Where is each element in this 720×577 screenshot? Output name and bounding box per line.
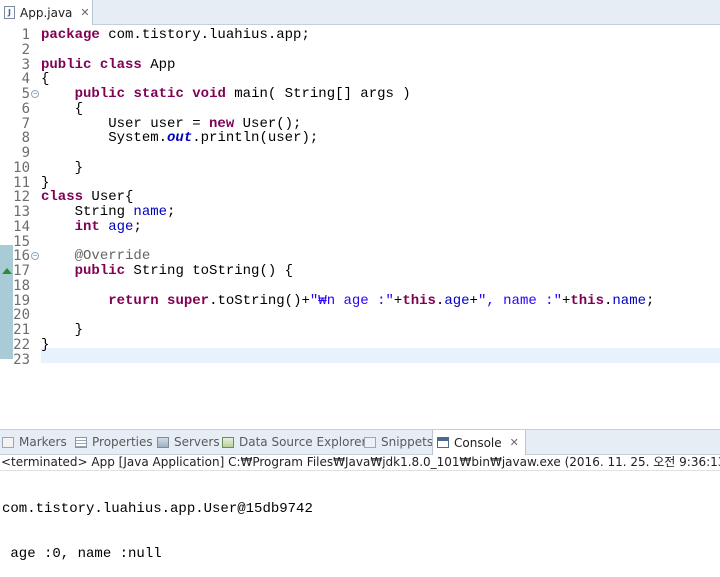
console-status-line: <terminated> App [Java Application] C:₩P… xyxy=(0,455,720,471)
code-line[interactable]: 17 public String toString() { xyxy=(0,264,720,279)
markers-icon xyxy=(2,436,14,448)
code-line[interactable]: 20 xyxy=(0,308,720,323)
code-text: return super.toString()+"₩n age :"+this.… xyxy=(108,292,655,309)
tab-data-source-explorer-label: Data Source Explorer xyxy=(239,435,367,449)
code-text: int age; xyxy=(74,218,142,235)
line-number: 12 xyxy=(13,189,30,206)
code-line[interactable]: 14 int age; xyxy=(0,218,720,235)
tab-console[interactable]: Console ✕ xyxy=(432,430,526,455)
code-text: } xyxy=(41,322,84,338)
tab-servers[interactable]: Servers xyxy=(157,430,220,454)
code-line[interactable]: 7 User user = new User(); xyxy=(0,115,720,132)
line-number: 6 xyxy=(21,100,30,117)
code-line[interactable]: 23 xyxy=(0,351,720,368)
tab-servers-label: Servers xyxy=(174,435,220,449)
code-line[interactable]: 13 String name; xyxy=(0,205,720,220)
code-line[interactable]: 22} xyxy=(0,336,720,353)
editor-tab-app-java[interactable]: J App.java ✕ xyxy=(0,0,93,25)
code-text: User user = new User(); xyxy=(41,115,302,132)
line-number: 18 xyxy=(13,277,30,294)
line-number: 5 xyxy=(21,86,30,102)
code-text: } xyxy=(41,336,50,353)
close-icon[interactable]: ✕ xyxy=(510,436,519,449)
data-source-explorer-icon xyxy=(222,436,234,448)
override-marker-icon[interactable] xyxy=(2,268,12,274)
line-number: 19 xyxy=(13,292,30,309)
code-text: } xyxy=(41,174,50,191)
code-line[interactable]: 6 { xyxy=(0,100,720,117)
line-number: 23 xyxy=(13,351,30,368)
code-line[interactable]: 21 } xyxy=(0,323,720,338)
code-line[interactable]: 12 class User{ xyxy=(0,190,720,205)
code-line[interactable]: 4{ xyxy=(0,72,720,87)
line-number: 14 xyxy=(13,218,30,235)
properties-icon xyxy=(75,436,87,448)
code-text: public String toString() { xyxy=(74,263,294,279)
code-editor[interactable]: 1 package com.tistory.luahius.app; 2 3 publi… xyxy=(0,25,720,445)
code-line[interactable]: 8 System.out.println(user); xyxy=(0,131,720,146)
code-line[interactable]: 1 package com.tistory.luahius.app; xyxy=(0,28,720,43)
code-line[interactable]: 11} xyxy=(0,174,720,191)
code-line[interactable]: 9 xyxy=(0,146,720,161)
editor-tab-label: App.java xyxy=(20,5,73,20)
tab-snippets-label: Snippets xyxy=(381,435,434,449)
code-text: { xyxy=(41,71,50,88)
java-file-icon: J xyxy=(4,6,15,19)
servers-icon xyxy=(157,436,169,448)
code-line[interactable]: 19 return super.toString()+"₩n age :"+th… xyxy=(0,292,720,309)
console-icon xyxy=(437,437,449,448)
code-text: { xyxy=(41,100,84,117)
code-text: String name; xyxy=(41,204,176,220)
tab-console-label: Console xyxy=(454,435,502,450)
tab-markers[interactable]: Markers xyxy=(2,430,67,454)
code-line[interactable]: 15 xyxy=(0,233,720,250)
code-text: public static void main( String[] args ) xyxy=(74,86,411,102)
code-text: } xyxy=(41,159,84,176)
line-number: 9 xyxy=(21,145,30,161)
close-icon[interactable]: ✕ xyxy=(80,7,89,18)
line-number: 2 xyxy=(21,41,30,58)
code-line[interactable]: 10 } xyxy=(0,159,720,176)
code-line[interactable]: 16− @Override xyxy=(0,249,720,264)
console-output-line: age :0, name :null xyxy=(2,546,162,562)
fold-toggle-icon[interactable]: − xyxy=(31,252,39,261)
tab-markers-label: Markers xyxy=(19,435,67,449)
code-text: class User{ xyxy=(41,189,134,206)
fold-toggle-icon[interactable]: − xyxy=(31,90,39,98)
line-number: 1 xyxy=(21,27,30,43)
line-number: 21 xyxy=(13,322,30,338)
tab-properties[interactable]: Properties xyxy=(75,430,153,454)
code-text: @Override xyxy=(74,248,151,265)
line-number: 7 xyxy=(21,115,30,132)
console-output[interactable]: com.tistory.luahius.app.User@15db9742 ag… xyxy=(2,472,313,577)
code-text: package com.tistory.luahius.app; xyxy=(41,27,310,43)
code-text: System.out.println(user); xyxy=(41,130,319,147)
line-number: 8 xyxy=(21,130,30,147)
editor-tab-bar: J App.java ✕ xyxy=(0,0,720,25)
line-number: 4 xyxy=(21,71,30,88)
code-line[interactable]: 18 xyxy=(0,277,720,294)
tab-data-source-explorer[interactable]: Data Source Explorer xyxy=(222,430,366,454)
line-number: 11 xyxy=(13,174,30,191)
code-text: public class App xyxy=(41,56,176,73)
line-number: 10 xyxy=(13,159,30,176)
line-number: 22 xyxy=(13,336,30,353)
line-number: 20 xyxy=(13,307,30,324)
tab-properties-label: Properties xyxy=(92,435,153,449)
code-line[interactable]: 5− public static void main( String[] arg… xyxy=(0,87,720,102)
code-line[interactable]: 2 xyxy=(0,41,720,58)
bottom-panel-tabs: Markers Properties Servers Data Source E… xyxy=(0,429,720,455)
line-number: 16 xyxy=(13,248,30,265)
line-number: 3 xyxy=(21,56,30,73)
snippets-icon xyxy=(364,436,376,448)
code-line[interactable]: 3 public class App xyxy=(0,56,720,73)
tab-snippets[interactable]: Snippets xyxy=(364,430,433,454)
line-number: 13 xyxy=(13,204,30,220)
line-number: 15 xyxy=(13,233,30,250)
